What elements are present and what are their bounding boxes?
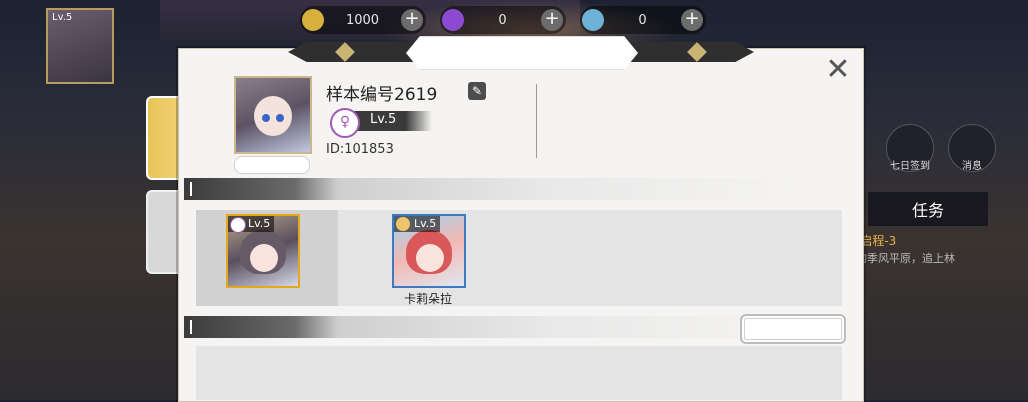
gold-value: 1000 [345, 12, 380, 28]
quest-description: 的季风平原，追上林 [856, 252, 955, 265]
task-button[interactable]: 任务 [868, 192, 988, 226]
close-button[interactable]: ✕ [818, 52, 858, 92]
panel-header [288, 36, 754, 70]
section-action-button[interactable] [740, 314, 846, 344]
task-label: 任务 [911, 201, 944, 220]
player-name: 样本编号2619 [326, 85, 438, 105]
add-gold-button[interactable]: + [401, 9, 423, 31]
orb-value: 0 [638, 12, 647, 28]
player-level-badge: ♀ Lv.5 [330, 108, 432, 138]
player-avatar-corner[interactable]: Lv.5 [46, 8, 114, 84]
player-id: ID:101853 [326, 142, 394, 157]
character-name: 卡莉朵拉 [403, 292, 452, 306]
profile-avatar[interactable] [234, 76, 312, 154]
crystal-resource: 0 + [440, 6, 566, 34]
sword-class-icon [396, 217, 410, 231]
rainbow-orb-icon [582, 9, 604, 31]
message-button[interactable]: 消息 [948, 124, 996, 172]
avatar-eye-left [262, 114, 270, 122]
character-face [416, 244, 444, 272]
section-tick [190, 182, 192, 196]
player-level: Lv.5 [370, 112, 397, 127]
seven-day-label: 七日签到 [890, 161, 930, 172]
seven-day-signin-button[interactable]: 七日签到 [886, 124, 934, 172]
avatar-eye-right [276, 114, 284, 122]
message-label: 消息 [962, 161, 982, 172]
panel-title-plate [406, 36, 638, 70]
section-bar-team [184, 178, 800, 200]
character-card[interactable]: Lv.5 [226, 214, 300, 288]
gold-resource: 1000 + [300, 6, 426, 34]
crystal-value: 0 [498, 12, 507, 28]
corner-level-label: Lv.5 [52, 12, 73, 23]
character-card[interactable]: Lv.5 [392, 214, 466, 288]
avatar-frame-button[interactable] [234, 156, 310, 174]
avatar-face [254, 96, 292, 136]
faction-emblem-icon [230, 217, 246, 233]
divider-line [536, 84, 537, 158]
faction-emblem-icon: ♀ [330, 108, 360, 138]
gold-coin-icon [302, 9, 324, 31]
resource-bar: 1000 + 0 + 0 + [300, 6, 706, 36]
purple-crystal-icon [442, 9, 464, 31]
character-face [250, 244, 278, 272]
orb-resource: 0 + [580, 6, 706, 34]
section-tick [190, 320, 192, 334]
lower-content-area [196, 346, 842, 400]
edit-name-button[interactable]: ✎ [468, 82, 486, 100]
section-bar-lower [184, 316, 800, 338]
add-orb-button[interactable]: + [681, 9, 703, 31]
add-crystal-button[interactable]: + [541, 9, 563, 31]
